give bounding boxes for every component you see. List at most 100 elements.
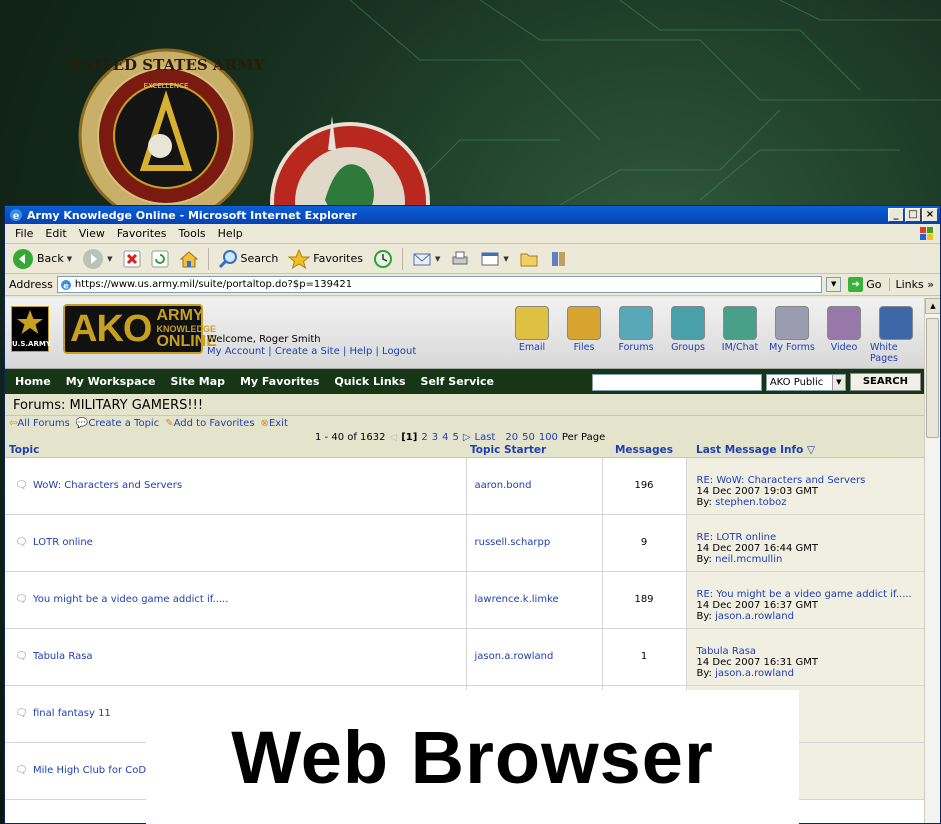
- forward-button[interactable]: ▼: [79, 246, 115, 272]
- topic-starter-link[interactable]: jason.a.rowland: [466, 628, 603, 686]
- favorites-button[interactable]: Favorites: [285, 247, 366, 271]
- nav-my-favorites[interactable]: My Favorites: [240, 375, 319, 388]
- ako-search-input[interactable]: [591, 373, 762, 391]
- scroll-up-icon[interactable]: ▲: [925, 298, 940, 314]
- my-account-link[interactable]: My Account: [207, 346, 265, 357]
- last-poster-link[interactable]: neil.mcmullin: [715, 554, 782, 565]
- all-forums-link[interactable]: ⇦All Forums: [9, 418, 70, 429]
- table-row: 🗨 Tabula Rasa jason.a.rowland 1 Tabula Ra…: [5, 628, 925, 686]
- menu-edit[interactable]: Edit: [39, 227, 72, 240]
- next-page-icon[interactable]: ▷: [463, 432, 471, 443]
- portal-white-pages[interactable]: White Pages: [870, 306, 922, 364]
- page-link[interactable]: 4: [442, 432, 448, 443]
- research-icon: [551, 251, 565, 266]
- svg-text:EXCELLENCE: EXCELLENCE: [144, 82, 189, 90]
- ako-logo[interactable]: AKO ARMY KNOWLEDGE ONLINE: [63, 304, 217, 354]
- topic-link[interactable]: LOTR online: [33, 537, 93, 548]
- last-poster-link[interactable]: jason.a.rowland: [715, 668, 794, 679]
- nav-site-map[interactable]: Site Map: [171, 375, 225, 388]
- col-messages[interactable]: Messages: [602, 444, 686, 458]
- nav-home[interactable]: Home: [15, 375, 51, 388]
- chevron-down-icon: ▼: [831, 374, 845, 390]
- last-page-link[interactable]: Last: [475, 432, 496, 443]
- portal-email[interactable]: Email: [506, 306, 558, 364]
- portal-video[interactable]: Video: [818, 306, 870, 364]
- research-button[interactable]: [546, 247, 572, 271]
- topic-starter-link[interactable]: russell.scharpp: [466, 514, 603, 572]
- add-favorites-link[interactable]: ✎Add to Favorites: [165, 418, 254, 429]
- create-site-link[interactable]: Create a Site: [275, 346, 340, 357]
- mail-button[interactable]: ▼: [409, 248, 443, 270]
- logout-link[interactable]: Logout: [382, 346, 416, 357]
- per-page-label: Per Page: [561, 432, 606, 443]
- refresh-button[interactable]: [148, 248, 172, 270]
- address-url: https://www.us.army.mil/suite/portaltop.…: [74, 279, 353, 290]
- page-link[interactable]: 3: [432, 432, 438, 443]
- per-page-option[interactable]: 100: [539, 432, 558, 443]
- topic-link[interactable]: You might be a video game addict if.....: [33, 594, 228, 605]
- last-message-link[interactable]: RE: You might be a video game addict if.…: [697, 589, 925, 600]
- topic-link[interactable]: WoW: Characters and Servers: [33, 480, 182, 491]
- minimize-button[interactable]: _: [888, 208, 904, 222]
- menu-file[interactable]: File: [9, 227, 39, 240]
- topic-link[interactable]: Tabula Rasa: [33, 651, 93, 662]
- portal-forums[interactable]: Forums: [610, 306, 662, 364]
- chevron-down-icon[interactable]: ▼: [435, 255, 440, 263]
- army-star-logo[interactable]: U.S.ARMY: [11, 306, 51, 352]
- nav-self-service[interactable]: Self Service: [421, 375, 495, 388]
- back-button[interactable]: Back ▼: [9, 246, 75, 272]
- edit-button[interactable]: ▼: [477, 248, 511, 270]
- go-button[interactable]: ➔ Go: [845, 277, 884, 292]
- chevron-down-icon[interactable]: ▼: [67, 255, 72, 263]
- topic-starter-link[interactable]: lawrence.k.limke: [466, 571, 603, 629]
- address-input[interactable]: e https://www.us.army.mil/suite/portalto…: [56, 276, 823, 293]
- nav-quick-links[interactable]: Quick Links: [334, 375, 405, 388]
- page-link[interactable]: 2: [421, 432, 427, 443]
- last-poster-link[interactable]: jason.a.rowland: [715, 611, 794, 622]
- per-page-option[interactable]: 50: [522, 432, 535, 443]
- last-message-link[interactable]: Tabula Rasa: [697, 646, 925, 657]
- menu-favorites[interactable]: Favorites: [111, 227, 173, 240]
- portal-groups[interactable]: Groups: [662, 306, 714, 364]
- search-scope-select[interactable]: AKO Public ▼: [765, 373, 846, 391]
- portal-files[interactable]: Files: [558, 306, 610, 364]
- last-poster-link[interactable]: stephen.toboz: [715, 497, 786, 508]
- links-toolbar[interactable]: Links »: [888, 278, 941, 291]
- chevron-down-icon[interactable]: ▼: [107, 255, 112, 263]
- home-button[interactable]: [176, 248, 202, 270]
- chevron-down-icon[interactable]: ▼: [503, 255, 508, 263]
- vertical-scrollbar[interactable]: ▲: [924, 298, 940, 823]
- menu-help[interactable]: Help: [212, 227, 249, 240]
- maximize-button[interactable]: □: [905, 208, 921, 222]
- discuss-button[interactable]: [516, 248, 542, 270]
- address-dropdown-icon[interactable]: ▼: [826, 277, 842, 292]
- nav-my-workspace[interactable]: My Workspace: [66, 375, 156, 388]
- pencil-icon: ✎: [165, 418, 174, 429]
- page-link[interactable]: 5: [452, 432, 458, 443]
- topic-link[interactable]: final fantasy 11: [33, 708, 111, 719]
- exit-link[interactable]: ⊗Exit: [261, 418, 288, 429]
- print-button[interactable]: [447, 248, 473, 270]
- topic-link[interactable]: Mile High Club for CoD 4: [33, 765, 156, 776]
- close-button[interactable]: ×: [922, 208, 938, 222]
- col-topic[interactable]: Topic: [5, 444, 466, 458]
- menu-view[interactable]: View: [73, 227, 111, 240]
- scrollbar-thumb[interactable]: [926, 318, 939, 438]
- search-button[interactable]: Search: [215, 247, 282, 271]
- last-message-date: 14 Dec 2007 16:44 GMT: [696, 542, 819, 554]
- topic-starter-link[interactable]: aaron.bond: [466, 457, 603, 515]
- col-topic-starter[interactable]: Topic Starter: [466, 444, 602, 458]
- portal-im-chat[interactable]: IM/Chat: [714, 306, 766, 364]
- create-topic-link[interactable]: 💬Create a Topic: [76, 418, 159, 429]
- per-page-option[interactable]: 20: [505, 432, 518, 443]
- menu-tools[interactable]: Tools: [173, 227, 212, 240]
- help-link[interactable]: Help: [350, 346, 373, 357]
- stop-button[interactable]: [120, 248, 144, 270]
- last-message-link[interactable]: RE: LOTR online: [697, 532, 925, 543]
- portal-my-forms[interactable]: My Forms: [766, 306, 818, 364]
- history-button[interactable]: [370, 247, 396, 271]
- last-message-link[interactable]: RE: WoW: Characters and Servers: [697, 475, 925, 486]
- col-last-message[interactable]: Last Message Info ▽: [686, 444, 924, 458]
- ako-logo-army: ARMY: [156, 307, 204, 324]
- ako-search-button[interactable]: SEARCH: [849, 373, 921, 391]
